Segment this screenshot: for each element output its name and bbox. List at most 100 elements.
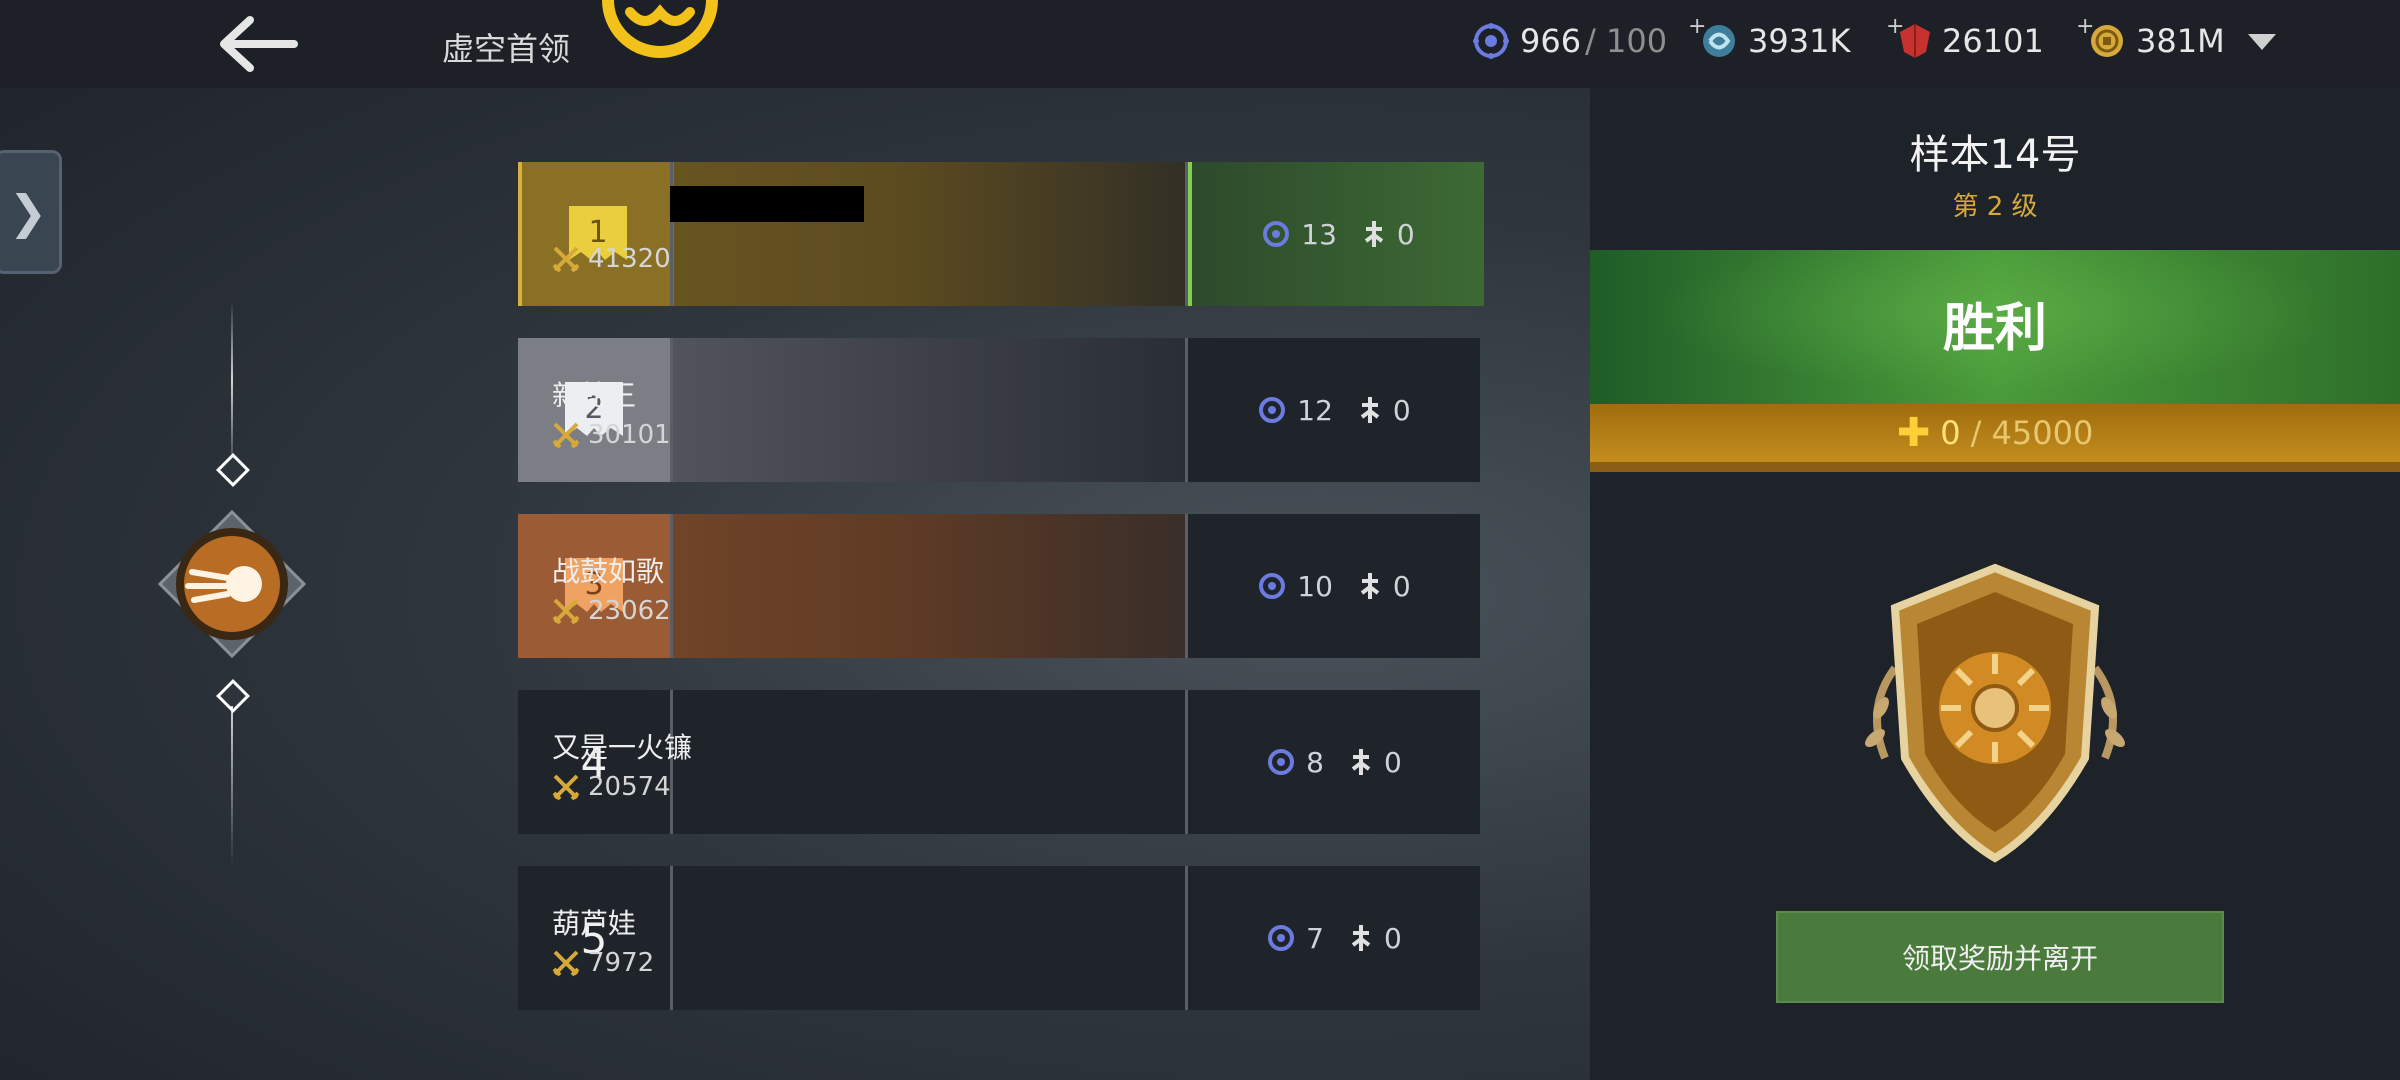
kill-icon — [1268, 925, 1295, 951]
kills-stat: 7 — [1266, 922, 1324, 955]
stage-node-icon — [216, 679, 250, 713]
outcome-text: 胜利 — [1942, 299, 2047, 359]
resource-value: 3931K — [1748, 22, 1851, 60]
kills-value: 12 — [1297, 393, 1333, 427]
chevron-down-icon[interactable] — [2248, 34, 2276, 50]
plus-icon: + — [2076, 14, 2095, 39]
victory-banner: 胜利 — [1590, 250, 2400, 406]
resource-value: 966 — [1520, 22, 1582, 60]
reward-progress-bar: ✚ 0 / 45000 — [1590, 404, 2400, 462]
stage-node-icon — [216, 453, 250, 487]
boss-level: 第 2 级 — [1952, 192, 2038, 222]
ranking-row-4[interactable]: 4 又是一火镰 20574 8 0 — [518, 690, 1480, 834]
deaths-stat: 0 — [1357, 394, 1411, 427]
score-value: 7972 — [588, 948, 655, 978]
tombstone-sword-icon — [1360, 397, 1380, 423]
page-title: 虚空首领 — [442, 30, 571, 68]
side-expand-tab[interactable]: ❯ — [0, 150, 62, 274]
energy-gem-icon — [1473, 23, 1509, 59]
tombstone-sword-icon — [1360, 573, 1380, 599]
score-value: 41320 — [588, 244, 671, 274]
resource-value: 381M — [2136, 22, 2225, 60]
resource-denominator: / 100 — [1585, 22, 1668, 60]
progress-track — [1590, 462, 2400, 472]
tombstone-sword-icon — [1351, 925, 1371, 951]
stats-cell: 13 0 — [1188, 162, 1484, 306]
claim-reward-button[interactable]: 领取奖励并离开 — [1776, 911, 2224, 1003]
progress-current: 0 — [1940, 414, 1961, 452]
score-value: 30101 — [588, 420, 671, 450]
rank-badge-cell: 1 — [518, 162, 674, 306]
score-value: 20574 — [588, 772, 671, 802]
plus-icon: + — [1688, 14, 1707, 39]
stats-cell: 8 0 — [1188, 690, 1480, 834]
kills-stat: 13 — [1261, 218, 1337, 251]
kills-value: 10 — [1297, 569, 1333, 603]
divider — [670, 514, 673, 658]
deaths-value: 0 — [1396, 217, 1415, 251]
result-panel: 样本14号 第 2 级 胜利 ✚ 0 / 45000 领取奖励并离开 — [1590, 88, 2400, 1080]
kill-icon — [1263, 221, 1290, 247]
divider — [670, 162, 673, 306]
kill-icon — [1259, 573, 1286, 599]
deaths-stat: 0 — [1348, 922, 1402, 955]
score-value: 23062 — [588, 596, 671, 626]
deaths-stat: 0 — [1348, 746, 1402, 779]
kills-stat: 12 — [1257, 394, 1333, 427]
ranking-row-5[interactable]: 5 葫芦娃 7972 7 0 — [518, 866, 1480, 1010]
divider — [670, 866, 673, 1010]
plus-icon: + — [1886, 14, 1905, 39]
stage-rail-top — [231, 300, 233, 460]
stats-cell: 7 0 — [1188, 866, 1480, 1010]
ranking-row-3[interactable]: 3 战鼓如歌 23062 10 0 — [518, 514, 1480, 658]
resource-gold[interactable]: + 381M — [2076, 14, 2225, 60]
redacted-name-bar — [670, 186, 864, 222]
deaths-value: 0 — [1384, 745, 1402, 779]
player-name: 又是一火镰 — [552, 731, 693, 764]
boss-name: 样本14号 — [1909, 132, 2081, 178]
resource-value: 26101 — [1942, 22, 2044, 60]
crossed-swords-icon — [552, 598, 580, 625]
player-score: 23062 — [552, 596, 671, 626]
resource-crystal[interactable]: + 26101 — [1886, 14, 2044, 60]
crossed-swords-icon — [552, 950, 580, 977]
crossed-swords-icon — [552, 774, 580, 801]
kills-value: 13 — [1301, 217, 1337, 251]
stage-marker-icon — [158, 510, 306, 658]
progress-max: / 45000 — [1970, 414, 2094, 452]
stats-cell: 12 0 — [1188, 338, 1480, 482]
tombstone-sword-icon — [1351, 749, 1371, 775]
kills-stat: 8 — [1266, 746, 1324, 779]
resource-energy: 966 / 100 — [1472, 22, 1667, 60]
stage-rail-bottom — [231, 706, 233, 866]
kills-stat: 10 — [1257, 570, 1333, 603]
kill-icon — [1259, 397, 1286, 423]
player-score: 7972 — [552, 948, 654, 978]
deaths-stat: 0 — [1361, 218, 1415, 251]
kill-icon — [1268, 749, 1295, 775]
crossed-swords-icon — [552, 246, 580, 273]
deaths-value: 0 — [1392, 569, 1411, 603]
chevron-right-icon: ❯ — [8, 185, 48, 239]
crossed-swords-icon — [552, 422, 580, 449]
player-score: 20574 — [552, 772, 671, 802]
kills-value: 8 — [1306, 745, 1324, 779]
shield-laurel-icon — [1865, 563, 2125, 863]
player-name: 战鼓如歌 — [552, 555, 665, 588]
ranking-row-2[interactable]: 2 新蛇王 30101 12 0 — [518, 338, 1480, 482]
player-score: 41320 — [552, 244, 671, 274]
back-arrow-icon[interactable] — [218, 14, 298, 74]
stats-cell: 10 0 — [1188, 514, 1480, 658]
divider — [670, 338, 673, 482]
top-bar: 虚空首领 966 / 100 + 3931K + 26101 + 381M — [0, 0, 2400, 88]
player-name: 新蛇王 — [552, 379, 637, 412]
tombstone-sword-icon — [1364, 221, 1384, 247]
resource-swirl[interactable]: + 3931K — [1688, 14, 1851, 60]
ranking-row-1[interactable]: 1 41320 13 0 — [518, 162, 1484, 306]
boss-emblem-icon — [602, 0, 718, 58]
deaths-value: 0 — [1384, 921, 1402, 955]
player-name: 葫芦娃 — [552, 907, 637, 940]
deaths-value: 0 — [1392, 393, 1411, 427]
player-score: 30101 — [552, 420, 671, 450]
deaths-stat: 0 — [1357, 570, 1411, 603]
